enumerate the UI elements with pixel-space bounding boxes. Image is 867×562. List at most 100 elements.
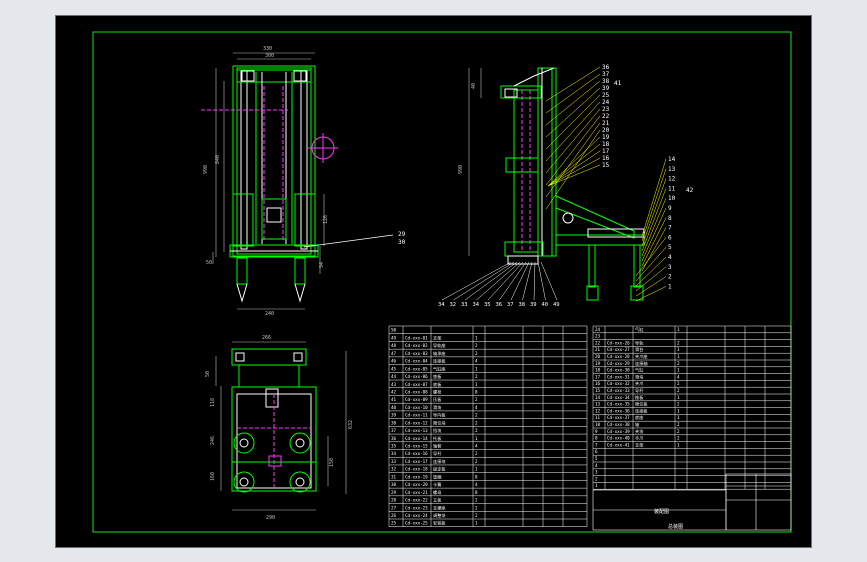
bom-left-qty-cell: 2 [475,420,478,425]
bom-right-qty-cell: 1 [677,354,680,359]
bom-left-numbers-cell: 39 [391,413,397,418]
bom-right-qty-cell: 1 [677,395,680,400]
bom-right-names-cell: 轴 [635,421,639,428]
bom-left-names-cell: 挡块 [433,427,442,434]
bom-right-codes-cell: Cd-xxx-36 [607,408,630,413]
bom-left-codes-cell: Cd-xxx-15 [405,444,428,449]
bom-left-names-cell: 轴套 [433,443,442,450]
side-view: 990 40 363738392524232221201918171615141… [438,64,694,308]
bom-left-names-cell: 气缸座 [433,365,446,372]
callout-leader [533,261,536,301]
bom-right-codes-cell: Cd-xxx-39 [607,429,630,434]
bom-left-names-cell: 滑块 [433,404,442,411]
callout-leader [641,198,667,257]
bom-right-names-cell: 导轨 [635,339,644,346]
callout-38: 38 [602,78,610,85]
callout-36: 36 [602,64,610,71]
bom-right-numbers-cell: 18 [595,368,601,373]
dim-sub1: 126 [323,215,329,224]
bom-left-qty-cell: 2 [475,374,478,379]
bom-right-qty-cell: 1 [677,347,680,352]
callout-21: 21 [602,120,610,127]
top-dim-left2: 118 [210,398,216,407]
bom-left-numbers-cell: 30 [391,482,397,487]
callout-5: 5 [668,244,672,251]
callout-24: 24 [602,99,610,106]
top-view: 266 632 50 118 246 160 150 290 [205,335,354,521]
side-callouts: 3637383925242322212019181716151413121110… [545,64,676,302]
bom-right-codes-cell: Cd-xxx-38 [607,422,630,427]
side-dim-top: 40 [471,83,477,89]
bom-left-names-cell: 支撑座 [433,504,446,511]
callout-bottom-35: 35 [484,302,491,308]
bom-right-names-cell: 导杆 [635,387,644,394]
bom-right-numbers-cell: 21 [595,347,601,352]
bom-left-numbers-cell: 32 [391,467,397,472]
bom-left-numbers-cell: 47 [391,351,397,356]
bom-right: 24 气缸 12322 Cd-xxx-26 导轨 221 Cd-xxx-27 滑台 120 Cd-… [592,325,792,490]
drawing-number: 总装图 [668,523,683,530]
bom-left-numbers-cell: 33 [391,459,397,464]
bom-left-codes-cell: Cd-xxx-19 [405,474,428,479]
bom-left-names-cell: 导轨座 [433,342,446,349]
bom-right-names-cell: 滑块 [635,373,644,380]
bom-left-names-cell: 支架 [433,334,441,341]
callout-6: 6 [668,234,672,241]
bom-left-names-cell: 调整块 [433,512,446,519]
dim-foot: 240 [265,311,274,317]
bom-right-qty-cell: 2 [677,422,680,427]
callout-42: 42 [686,187,694,194]
callout-leader [545,101,601,162]
bom-right-names-cell: 支架 [635,441,643,448]
bom-right-codes-cell: Cd-xxx-31 [607,374,630,379]
bom-left-names-cell: 垫板 [433,373,442,380]
bom-right-qty-cell: 4 [677,374,680,379]
bom-left-codes-cell: Cd-xxx-21 [405,490,428,495]
top-dim-left1: 50 [205,371,211,377]
bom-left-codes-cell: Cd-xxx-06 [405,374,428,379]
bom-left-names-cell: 限位块 [433,419,446,426]
bom-left-codes-cell: Cd-xxx-11 [405,413,428,418]
bom-right-names-cell: 推板 [635,394,644,401]
callout-3: 3 [668,264,672,271]
top-dim-left4: 160 [210,472,216,481]
drawing-sheet[interactable]: 330 300 990 840 126 94 240 50 29 30 990 … [55,15,812,548]
side-dim-height: 990 [458,165,464,174]
bom-left-numbers-cell: 29 [391,490,397,495]
bom-left-numbers-cell: 45 [391,366,397,371]
bom-right-names-cell: 手爪 [635,435,644,442]
callout-bottom-34: 34 [473,302,480,308]
bom-left-names-cell: 螺栓 [433,388,442,395]
bom-left-numbers-cell: 34 [391,451,397,456]
bom-left-codes-cell: Cd-xxx-18 [405,467,428,472]
bom-left-names-cell: 安装板 [433,520,446,527]
assembly-drawing: 330 300 990 840 126 94 240 50 29 30 990 … [92,31,792,533]
callout-bottom-36: 36 [496,302,503,308]
bom-right-numbers-cell: 22 [595,340,601,345]
bom-right-qty-cell: 2 [677,402,680,407]
cad-viewport[interactable]: 330 300 990 840 126 94 240 50 29 30 990 … [0,0,867,562]
callout-leader [487,261,524,301]
bom-left-names-cell: 垫圈 [433,473,441,480]
callout-7: 7 [668,225,672,232]
callout-23: 23 [602,106,610,113]
callout-20: 20 [602,127,610,134]
bom-left-codes-cell: Cd-xxx-24 [405,513,428,518]
bom-right-names-cell: 气缸 [635,326,644,332]
bom-left-codes-cell: Cd-xxx-07 [405,382,428,387]
bom-left-numbers-cell: 38 [391,420,397,425]
bom-right-names-cell: 限位板 [635,401,648,408]
bom-right-numbers-cell: 20 [595,354,601,359]
bom-right-qty-cell: 1 [677,368,680,373]
bom-right-numbers-cell: 14 [595,395,601,400]
callout-19: 19 [602,134,610,141]
callout-bottom-39: 39 [530,302,537,308]
bom-right-numbers-cell: 12 [595,408,601,413]
bom-right-codes-cell: Cd-xxx-32 [607,381,630,386]
bom-right-numbers-cell: 4 [595,463,598,468]
dim-sub2: 94 [319,262,325,268]
dim-left-small: 50 [206,260,212,266]
dim-top-outer: 330 [263,46,272,52]
top-dim-height: 632 [348,420,354,429]
bom-right-numbers-cell: 13 [595,402,601,407]
